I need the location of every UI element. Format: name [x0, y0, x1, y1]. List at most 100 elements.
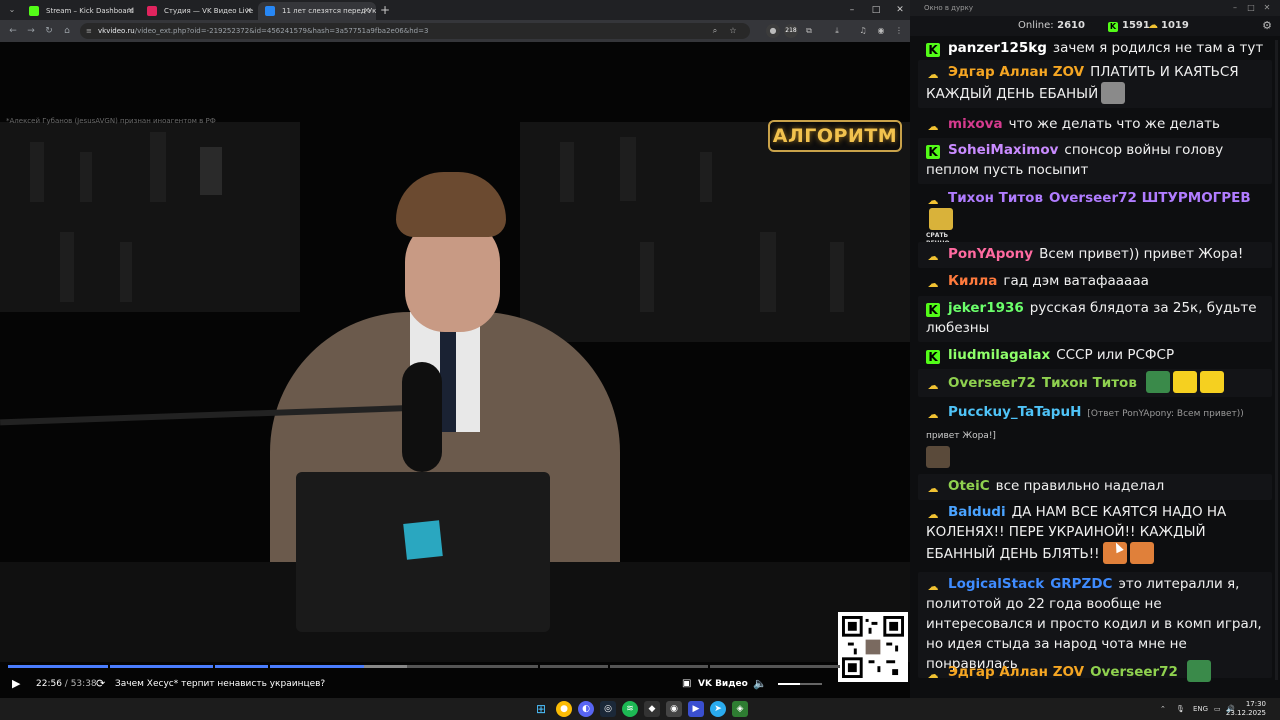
discord-taskbar-icon[interactable]: ◐: [578, 701, 594, 717]
obs-taskbar-icon[interactable]: ◉: [666, 701, 682, 717]
new-tab-button[interactable]: +: [380, 2, 390, 18]
maximize-icon[interactable]: □: [866, 2, 886, 18]
kick-platform-icon: K: [926, 43, 940, 57]
volume-icon[interactable]: 🔈: [753, 672, 767, 696]
vk-studio-favicon-icon: [147, 6, 157, 16]
app2-taskbar-icon[interactable]: ◈: [732, 701, 748, 717]
volume-slider[interactable]: [778, 683, 822, 685]
extension-badge[interactable]: 218: [784, 24, 798, 38]
extensions-puzzle-icon[interactable]: ⧉: [802, 24, 816, 38]
home-icon[interactable]: ⌂: [60, 24, 74, 38]
chat-message: ☁ PonYApony Всем привет)) привет Жора!: [918, 242, 1272, 268]
book: [120, 242, 132, 302]
close-window-icon[interactable]: ✕: [890, 2, 910, 18]
chat-window: Окно в дурку – □ ✕ Online: 2610 K 1591 ☁ 1…: [910, 0, 1280, 698]
address-bar[interactable]: ≡ vkvideo.ru/video_ext.php?oid=-21925237…: [80, 23, 750, 39]
windows-taskbar: ⊞ ● ◐ ◎ ≋ ◆ ◉ ▶ ➤ ◈ ⌃ 🎙 ENG ▭ 🔊 17:30 23…: [0, 698, 1280, 720]
zoom-icon[interactable]: ⌕: [708, 23, 722, 39]
downloads-icon[interactable]: ⤓: [830, 24, 844, 38]
close-window-icon[interactable]: ✕: [1260, 0, 1274, 16]
url-text: vkvideo.ru/video_ext.php?oid=-219252372&…: [98, 27, 429, 35]
book: [80, 152, 92, 202]
media-control-icon[interactable]: ♫: [856, 24, 870, 38]
vk-platform-icon: ☁: [927, 68, 939, 81]
book: [200, 147, 222, 195]
chapters-icon[interactable]: ⟳: [96, 672, 105, 696]
chapter-marker: [213, 665, 215, 668]
book: [560, 142, 574, 202]
emote-image: [1145, 371, 1170, 393]
steam-taskbar-icon[interactable]: ◎: [600, 701, 616, 717]
video-player[interactable]: *Алексей Губанов (JesusAVGN) признан ино…: [0, 42, 910, 698]
online-counter: Online: 2610: [1018, 20, 1085, 31]
close-tab-icon[interactable]: ✕: [245, 2, 252, 20]
tab-bar: ⌄ Stream – Kick Dashboard ✕ Студия — VK …: [0, 0, 910, 20]
emote-image: [1186, 660, 1211, 682]
extension-circle-icon[interactable]: ●: [766, 24, 780, 38]
chat-message: ☁ Baldudi ДА НАМ ВСЕ КАЯТСЯ НАДО НА КОЛЕНЯ…: [926, 504, 1227, 564]
foreign-agent-disclaimer: *Алексей Губанов (JesusAVGN) признан ино…: [6, 117, 216, 125]
minimize-icon[interactable]: –: [1228, 0, 1242, 16]
settings-gear-icon[interactable]: ⚙: [1262, 16, 1272, 36]
chapter-title[interactable]: Зачем Хесус* терпит ненависть украинцев?: [115, 672, 325, 696]
tab-kick-dashboard[interactable]: Stream – Kick Dashboard ✕: [22, 2, 140, 20]
vk-platform-icon: ☁: [927, 194, 939, 207]
vk-platform-icon: ☁: [927, 120, 939, 133]
book: [760, 232, 776, 312]
spotify-taskbar-icon[interactable]: ≋: [622, 701, 638, 717]
network-icon[interactable]: ▭: [1214, 698, 1221, 720]
player-controls: ▶ 22:56 / 53:38 ⟳ Зачем Хесус* терпит не…: [0, 672, 910, 696]
chat-message: K SoheiMaximov спонсор войны голову пеплом…: [918, 138, 1272, 184]
telegram-taskbar-icon[interactable]: ➤: [710, 701, 726, 717]
minimize-icon[interactable]: –: [842, 2, 862, 18]
tab-vk-studio[interactable]: Студия — VK Видео Live ✕: [140, 2, 258, 20]
kick-platform-icon: K: [926, 303, 940, 317]
site-info-icon[interactable]: ≡: [86, 25, 96, 37]
chapter-marker: [108, 665, 110, 668]
media-player-taskbar-icon[interactable]: ▶: [688, 701, 704, 717]
emote-image: [929, 208, 953, 230]
book: [30, 142, 44, 202]
system-clock[interactable]: 17:30 23.12.2025: [1226, 700, 1266, 718]
vk-video-brand[interactable]: VK Видео: [698, 672, 748, 696]
close-tab-icon[interactable]: ✕: [363, 2, 370, 20]
windows-start-icon[interactable]: ⊞: [533, 701, 549, 717]
vk-platform-icon: ☁: [927, 379, 939, 392]
chat-message: ☁ Тихон Титов Overseer72 ШТУРМОГРЕВ СРАТЬ …: [918, 186, 1272, 247]
bookmark-star-icon[interactable]: ☆: [726, 23, 740, 39]
chat-message: ☁ Эдгар Аллан ZOV Overseer72: [918, 658, 1272, 686]
vk-favicon-icon: [265, 6, 275, 16]
close-tab-icon[interactable]: ✕: [127, 2, 134, 20]
tab-vk-video[interactable]: 11 лет слезятся перед Украин ✕: [258, 2, 376, 20]
kick-platform-icon: K: [926, 145, 940, 159]
back-icon[interactable]: ←: [6, 24, 20, 38]
browser-window: ⌄ Stream – Kick Dashboard ✕ Студия — VK …: [0, 0, 910, 698]
chat-message-list[interactable]: Kpanzer125kg зачем я родился не там а тут…: [910, 36, 1280, 686]
app-taskbar-icon[interactable]: ◆: [644, 701, 660, 717]
browser-menu-icon[interactable]: ⋮: [892, 24, 906, 38]
maximize-icon[interactable]: □: [1244, 0, 1258, 16]
language-indicator[interactable]: ENG: [1193, 698, 1208, 720]
book: [620, 137, 636, 201]
emote-image: [1199, 371, 1224, 393]
vk-platform-icon: ☁: [927, 668, 939, 681]
mic-tray-icon[interactable]: 🎙: [1176, 698, 1185, 720]
chrome-taskbar-icon[interactable]: ●: [556, 701, 572, 717]
vk-platform-icon: ☁: [927, 408, 939, 421]
chapter-marker: [708, 665, 710, 668]
play-icon[interactable]: ▶: [12, 672, 20, 696]
vk-video-logo-icon[interactable]: ▣: [682, 672, 691, 696]
volume-level: [778, 683, 800, 685]
emote-image: [1172, 371, 1197, 393]
book: [60, 232, 74, 302]
tab-search-icon[interactable]: ⌄: [6, 4, 18, 16]
video-progress-bar[interactable]: [8, 665, 840, 668]
tray-overflow-icon[interactable]: ⌃: [1160, 698, 1166, 720]
chat-window-title: Окно в дурку: [924, 4, 973, 12]
reload-icon[interactable]: ↻: [42, 24, 56, 38]
emote-image: [926, 446, 950, 468]
book: [640, 242, 654, 312]
forward-icon[interactable]: →: [24, 24, 38, 38]
chat-scrollbar[interactable]: [1275, 40, 1278, 680]
profile-icon[interactable]: ◉: [874, 24, 888, 38]
